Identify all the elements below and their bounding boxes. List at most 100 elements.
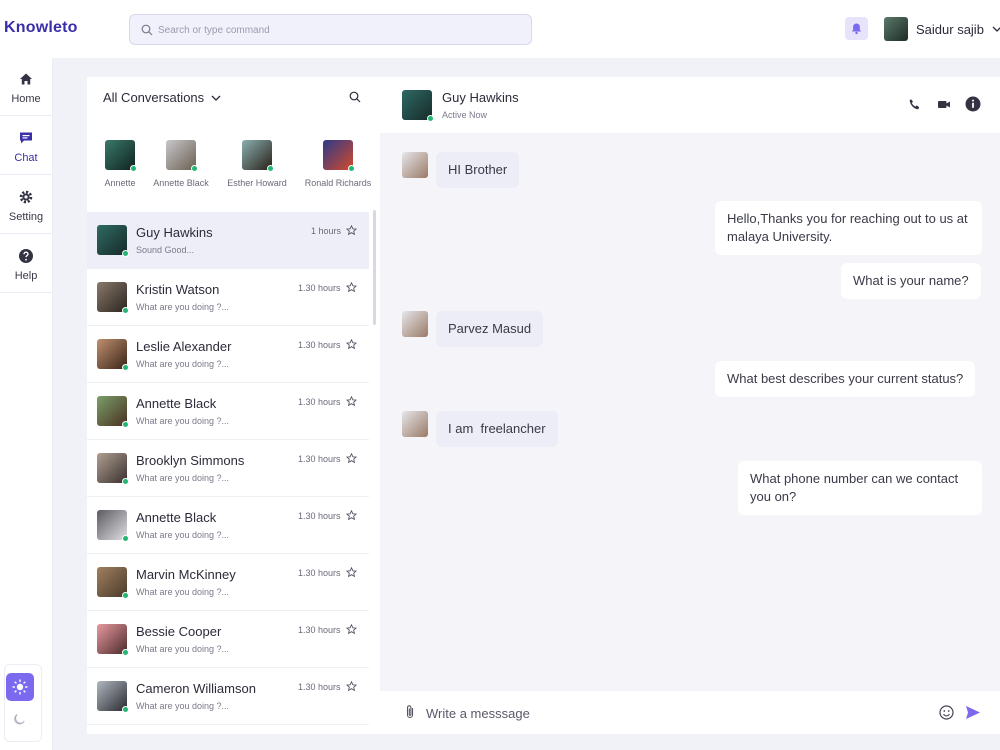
star-icon[interactable] [346,339,357,350]
avatar [97,510,129,542]
story-item[interactable]: Annette Black [143,140,219,188]
user-name[interactable]: Saidur sajib [916,22,984,37]
avatar [97,624,129,656]
nav-label-setting: Setting [8,211,44,223]
notification-button[interactable] [845,17,868,40]
sender-avatar [402,411,428,437]
sender-avatar [402,311,428,337]
nav-item-help[interactable]: Help [0,235,52,293]
conversation-row[interactable]: Marvin McKinney What are you doing ?... … [87,554,369,611]
chevron-down-icon[interactable] [992,25,1000,33]
chat-icon [20,132,32,144]
info-icon[interactable] [965,96,981,112]
chevron-down-icon[interactable] [211,94,221,102]
user-avatar[interactable] [884,17,908,41]
star-icon[interactable] [346,510,357,521]
gear-icon [19,190,33,204]
search-icon[interactable] [349,91,361,103]
conversation-row[interactable]: Guy Hawkins Sound Good... 1 hours [87,212,369,269]
star-icon[interactable] [346,282,357,293]
conversation-name: Brooklyn Simmons [136,453,245,468]
star-icon[interactable] [346,453,357,464]
nav-label-help: Help [14,270,38,282]
conversation-row[interactable]: Cameron Williamson What are you doing ?.… [87,668,369,725]
video-icon[interactable] [937,98,951,111]
message-outgoing: Hello,Thanks you for reaching out to us … [715,201,982,255]
message-outgoing: What phone number can we contact you on? [738,461,982,515]
story-item[interactable]: Ronald Richards [300,140,376,188]
conversation-preview: What are you doing ?... [136,644,230,654]
avatar [97,681,129,713]
star-icon[interactable] [346,624,357,635]
chat-header: Guy Hawkins Active Now [380,77,1000,133]
paperclip-icon[interactable] [405,704,415,720]
avatar [97,453,129,485]
conversation-preview: What are you doing ?... [136,416,230,426]
message-outgoing: What is your name? [841,263,981,299]
contact-status: Active Now [442,110,488,120]
conversation-time: 1.30 hours [298,682,341,692]
online-indicator [122,421,129,428]
search-icon [141,24,153,36]
conversation-time: 1.30 hours [298,625,341,635]
conversation-row[interactable]: Annette Black What are you doing ?... 1.… [87,497,369,554]
emoji-icon[interactable] [939,705,954,720]
avatar [166,140,198,172]
star-icon[interactable] [346,567,357,578]
message-outgoing: What best describes your current status? [715,361,976,397]
conversation-row[interactable]: Kristin Watson What are you doing ?... 1… [87,269,369,326]
conversation-row[interactable]: Leslie Alexander What are you doing ?...… [87,326,369,383]
online-indicator [267,165,274,172]
conversation-time: 1.30 hours [298,283,341,293]
online-indicator [122,478,129,485]
conversation-time: 1.30 hours [298,454,341,464]
conversations-filter[interactable]: All Conversations [103,90,204,105]
story-name: Annette Black [153,178,209,188]
conversation-preview: What are you doing ?... [136,473,230,483]
conversation-row[interactable]: Annette Black What are you doing ?... 1.… [87,383,369,440]
light-mode-button[interactable] [6,673,34,701]
conversation-preview: What are you doing ?... [136,701,230,711]
sender-avatar [402,152,428,178]
online-indicator [122,535,129,542]
conversation-row[interactable]: Brooklyn Simmons What are you doing ?...… [87,440,369,497]
nav-item-chat[interactable]: Chat [0,117,52,175]
search-box[interactable] [129,14,532,45]
bell-icon [852,23,861,35]
nav-item-setting[interactable]: Setting [0,176,52,234]
star-icon[interactable] [346,396,357,407]
sun-icon [12,679,28,695]
nav-label-chat: Chat [14,152,38,164]
avatar [97,225,129,257]
conversation-name: Bessie Cooper [136,624,222,639]
message-incoming: Parvez Masud [436,311,544,347]
help-icon [19,249,33,263]
phone-icon[interactable] [908,98,921,111]
conversation-preview: What are you doing ?... [136,359,230,369]
star-icon[interactable] [346,225,357,236]
star-icon[interactable] [346,681,357,692]
story-name: Esther Howard [227,178,287,188]
conversation-scrollbar[interactable] [373,210,376,325]
contact-avatar[interactable] [402,90,434,122]
contact-name: Guy Hawkins [442,90,519,105]
chat-messages: HI Brother Hello,Thanks you for reaching… [380,133,1000,691]
message-input[interactable] [426,703,906,723]
conversation-list: Guy Hawkins Sound Good... 1 hours Kristi… [87,212,369,725]
story-item[interactable]: Esther Howard [219,140,295,188]
online-indicator [122,592,129,599]
conversation-name: Annette Black [136,396,217,411]
search-input[interactable] [158,21,518,39]
brand-logo[interactable]: Knowleto [4,19,78,37]
avatar [97,567,129,599]
online-indicator [122,250,129,257]
conversation-row[interactable]: Bessie Cooper What are you doing ?... 1.… [87,611,369,668]
nav-item-home[interactable]: Home [0,58,52,116]
avatar [323,140,355,172]
online-indicator [130,165,137,172]
moon-icon[interactable] [13,713,26,726]
theme-toggle [4,664,42,742]
conversation-preview: Sound Good... [136,245,195,255]
send-icon[interactable] [965,705,981,720]
conversation-preview: What are you doing ?... [136,587,230,597]
